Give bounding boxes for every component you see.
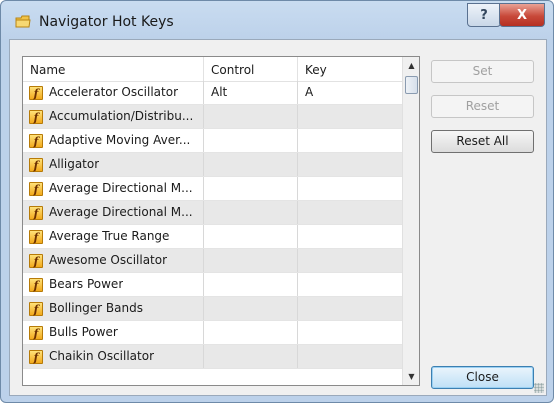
cell-key[interactable] <box>298 105 402 128</box>
title-bar[interactable]: Navigator Hot Keys ? X <box>1 1 553 39</box>
cell-name[interactable]: f Awesome Oscillator <box>23 249 204 272</box>
function-icon: f <box>29 253 43 268</box>
cell-name[interactable]: f Average Directional M... <box>23 177 204 200</box>
cell-name[interactable]: f Chaikin Oscillator <box>23 345 204 368</box>
function-icon: f <box>29 109 43 124</box>
cell-name[interactable]: f Bears Power <box>23 273 204 296</box>
scroll-thumb[interactable] <box>405 76 418 94</box>
indicator-name: Bulls Power <box>49 325 118 339</box>
scroll-up-arrow-icon[interactable]: ▲ <box>403 57 419 74</box>
folder-icon <box>15 15 31 28</box>
cell-control[interactable] <box>204 105 298 128</box>
table-row[interactable]: f Awesome Oscillator <box>23 249 402 273</box>
help-button[interactable]: ? <box>467 3 501 27</box>
cell-name[interactable]: f Average Directional M... <box>23 201 204 224</box>
cell-control[interactable] <box>204 201 298 224</box>
table-rows: f Accelerator Oscillator Alt Af Accumulation… <box>23 81 402 369</box>
cell-control[interactable] <box>204 153 298 176</box>
indicator-name: Average Directional M... <box>49 181 193 195</box>
scroll-down-arrow-icon[interactable]: ▼ <box>403 368 419 385</box>
indicator-name: Bears Power <box>49 277 124 291</box>
window-close-button[interactable]: X <box>499 3 545 27</box>
cell-key[interactable] <box>298 177 402 200</box>
function-icon: f <box>29 325 43 340</box>
cell-key[interactable] <box>298 201 402 224</box>
column-header-name[interactable]: Name <box>23 57 204 81</box>
reset-all-button[interactable]: Reset All <box>431 130 534 153</box>
cell-control[interactable] <box>204 225 298 248</box>
close-button[interactable]: Close <box>431 366 534 389</box>
table-row[interactable]: f Bollinger Bands <box>23 297 402 321</box>
cell-key[interactable] <box>298 297 402 320</box>
cell-name[interactable]: f Bulls Power <box>23 321 204 344</box>
column-header-key[interactable]: Key <box>298 57 402 81</box>
cell-name[interactable]: f Bollinger Bands <box>23 297 204 320</box>
table-row[interactable]: f Bulls Power <box>23 321 402 345</box>
cell-control[interactable] <box>204 321 298 344</box>
table-row[interactable]: f Adaptive Moving Aver... <box>23 129 402 153</box>
cell-name[interactable]: f Average True Range <box>23 225 204 248</box>
navigator-hotkeys-dialog: Navigator Hot Keys ? X Name Control Key … <box>0 0 554 403</box>
function-icon: f <box>29 85 43 100</box>
column-header-control[interactable]: Control <box>204 57 298 81</box>
cell-key[interactable] <box>298 249 402 272</box>
cell-control[interactable] <box>204 177 298 200</box>
indicator-name: Accelerator Oscillator <box>49 85 179 99</box>
function-icon: f <box>29 229 43 244</box>
table-row[interactable]: f Average Directional M... <box>23 177 402 201</box>
set-button[interactable]: Set <box>431 60 534 83</box>
cell-name[interactable]: f Accumulation/Distribu... <box>23 105 204 128</box>
function-icon: f <box>29 157 43 172</box>
cell-name[interactable]: f Adaptive Moving Aver... <box>23 129 204 152</box>
cell-control[interactable]: Alt <box>204 81 298 104</box>
cell-key[interactable] <box>298 225 402 248</box>
function-icon: f <box>29 133 43 148</box>
vertical-scrollbar[interactable]: ▲ ▼ <box>402 57 419 385</box>
table-row[interactable]: f Alligator <box>23 153 402 177</box>
indicator-name: Awesome Oscillator <box>49 253 168 267</box>
cell-name[interactable]: f Accelerator Oscillator <box>23 81 204 104</box>
table-row[interactable]: f Chaikin Oscillator <box>23 345 402 369</box>
indicator-name: Adaptive Moving Aver... <box>49 133 191 147</box>
cell-key[interactable] <box>298 273 402 296</box>
dialog-body: Name Control Key f Accelerator Oscillator… <box>9 39 547 396</box>
cell-control[interactable] <box>204 345 298 368</box>
cell-control[interactable] <box>204 249 298 272</box>
reset-button[interactable]: Reset <box>431 95 534 118</box>
table-row[interactable]: f Accumulation/Distribu... <box>23 105 402 129</box>
function-icon: f <box>29 181 43 196</box>
cell-key[interactable] <box>298 129 402 152</box>
cell-control[interactable] <box>204 273 298 296</box>
window-title: Navigator Hot Keys <box>39 14 174 30</box>
indicator-name: Average True Range <box>49 229 170 243</box>
function-icon: f <box>29 349 43 364</box>
function-icon: f <box>29 205 43 220</box>
indicator-name: Average Directional M... <box>49 205 193 219</box>
indicator-name: Bollinger Bands <box>49 301 143 315</box>
function-icon: f <box>29 277 43 292</box>
table-row[interactable]: f Average Directional M... <box>23 201 402 225</box>
cell-key[interactable] <box>298 321 402 344</box>
indicator-name: Accumulation/Distribu... <box>49 109 194 123</box>
hotkeys-table[interactable]: Name Control Key f Accelerator Oscillator… <box>22 56 420 386</box>
cell-key[interactable] <box>298 153 402 176</box>
indicator-name: Chaikin Oscillator <box>49 349 155 363</box>
cell-control[interactable] <box>204 129 298 152</box>
cell-key[interactable] <box>298 345 402 368</box>
function-icon: f <box>29 301 43 316</box>
table-row[interactable]: f Bears Power <box>23 273 402 297</box>
indicator-name: Alligator <box>49 157 100 171</box>
table-row[interactable]: f Average True Range <box>23 225 402 249</box>
table-row[interactable]: f Accelerator Oscillator Alt A <box>23 81 402 105</box>
table-header: Name Control Key <box>23 57 402 82</box>
cell-key[interactable]: A <box>298 81 402 104</box>
cell-control[interactable] <box>204 297 298 320</box>
resize-grip-icon[interactable] <box>534 383 544 393</box>
cell-name[interactable]: f Alligator <box>23 153 204 176</box>
